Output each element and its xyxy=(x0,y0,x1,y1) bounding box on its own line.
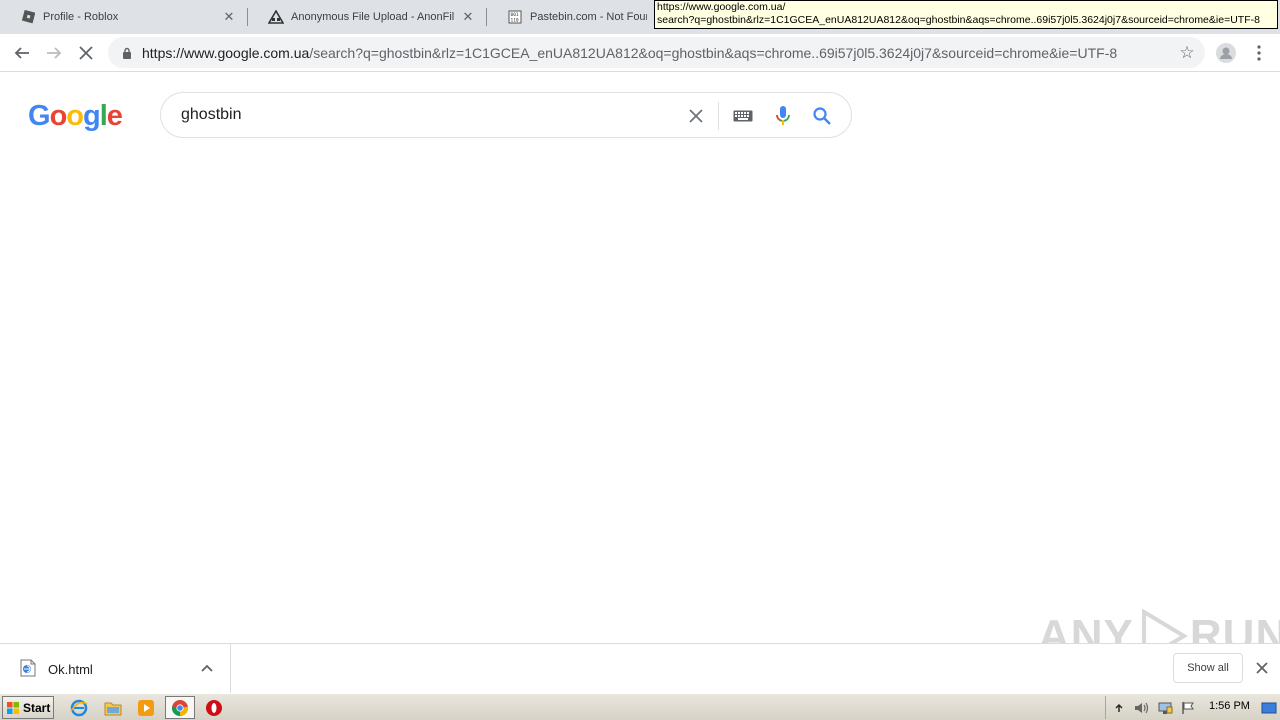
svg-text:110: 110 xyxy=(511,18,519,24)
kebab-menu-icon xyxy=(1257,45,1261,61)
download-item[interactable]: Ok.html xyxy=(0,644,231,694)
logo-letter: l xyxy=(99,100,108,132)
system-tray: 1:56 PM xyxy=(1105,696,1278,719)
action-center-flag-icon[interactable] xyxy=(1178,699,1198,717)
download-bar: Ok.html Show all xyxy=(0,643,1280,694)
logo-letter: e xyxy=(106,100,123,132)
menu-button[interactable] xyxy=(1245,39,1273,67)
media-player-icon[interactable] xyxy=(135,697,157,719)
url-path: /search?q=ghostbin&rlz=1C1GCEA_enUA812UA… xyxy=(309,44,1118,61)
tab-title: Pastebin.com - Not Found ( xyxy=(530,11,647,23)
start-button[interactable]: Start xyxy=(2,696,54,719)
address-text: https://www.google.com.ua/search?q=ghost… xyxy=(142,45,1175,61)
volume-icon[interactable] xyxy=(1132,699,1152,717)
network-icon[interactable] xyxy=(1155,699,1175,717)
chrome-taskbar-button[interactable] xyxy=(165,696,195,719)
stop-loading-button[interactable] xyxy=(72,39,100,67)
tab-title: Profile - Roblox xyxy=(43,11,119,23)
anonfiles-icon xyxy=(268,9,284,25)
windows-logo-icon xyxy=(7,701,19,714)
start-label: Start xyxy=(23,700,51,715)
google-logo[interactable]: Google xyxy=(28,100,123,133)
lock-icon xyxy=(120,46,134,60)
close-icon[interactable]: ✕ xyxy=(460,9,476,25)
chevron-up-icon[interactable] xyxy=(199,660,215,676)
browser-toolbar: https://www.google.com.ua/search?q=ghost… xyxy=(0,34,1280,72)
tooltip-line: https://www.google.com.ua/ xyxy=(657,1,786,13)
screen: Profile - Roblox ✕ Anonymous File Upload… xyxy=(0,0,1280,720)
microphone-icon[interactable] xyxy=(771,104,795,128)
close-icon[interactable] xyxy=(1253,659,1271,677)
search-input[interactable]: ghostbin xyxy=(181,106,242,124)
logo-letter: G xyxy=(28,100,51,132)
logo-letter: g xyxy=(83,100,101,132)
tab-title: Anonymous File Upload - AnonFiles xyxy=(291,11,454,23)
close-icon xyxy=(79,46,93,60)
clear-search-button[interactable] xyxy=(683,103,709,129)
url-tooltip: https://www.google.com.ua/ search?q=ghos… xyxy=(654,0,1278,29)
address-bar[interactable]: https://www.google.com.ua/search?q=ghost… xyxy=(108,37,1205,68)
tab-pastebin[interactable]: 001110 Pastebin.com - Not Found ( xyxy=(487,0,657,34)
internet-explorer-icon[interactable] xyxy=(68,697,90,719)
tab-roblox[interactable]: Profile - Roblox ✕ xyxy=(0,0,247,34)
search-icon[interactable] xyxy=(810,104,834,128)
roblox-icon xyxy=(20,9,36,25)
html-file-icon xyxy=(20,659,36,677)
search-divider xyxy=(718,102,719,130)
avatar-icon xyxy=(1216,43,1236,63)
bookmark-star-icon[interactable]: ☆ xyxy=(1175,41,1199,65)
close-icon[interactable]: ✕ xyxy=(221,9,237,25)
profile-button[interactable] xyxy=(1212,39,1240,67)
url-host: https://www.google.com.ua xyxy=(142,44,310,61)
clock[interactable]: 1:56 PM xyxy=(1209,700,1250,712)
chrome-icon xyxy=(171,699,189,716)
show-all-button[interactable]: Show all xyxy=(1173,653,1243,683)
forward-button[interactable] xyxy=(40,39,68,67)
search-box: ghostbin xyxy=(160,92,852,138)
pastebin-icon: 001 110 xyxy=(507,9,523,25)
tab-strip: Profile - Roblox ✕ Anonymous File Upload… xyxy=(0,0,1280,34)
back-button[interactable] xyxy=(8,39,36,67)
svg-text:001: 001 xyxy=(511,12,519,18)
arrow-right-icon xyxy=(47,47,62,59)
show-desktop-icon[interactable] xyxy=(1259,699,1279,717)
close-icon xyxy=(689,109,703,123)
windows-taskbar: Start 1:56 PM xyxy=(0,693,1280,720)
arrow-left-icon xyxy=(14,47,29,59)
opera-icon[interactable] xyxy=(203,697,225,719)
logo-letter: o xyxy=(49,100,68,132)
logo-letter: o xyxy=(66,100,84,132)
keyboard-icon[interactable] xyxy=(731,105,755,127)
download-file-name: Ok.html xyxy=(48,662,93,677)
tab-anonfiles[interactable]: Anonymous File Upload - AnonFiles ✕ xyxy=(248,0,486,34)
tooltip-line: search?q=ghostbin&rlz=1C1GCEA_enUA812UA8… xyxy=(657,14,1260,26)
chevron-up-icon[interactable] xyxy=(1109,699,1129,717)
file-explorer-icon[interactable] xyxy=(102,697,124,719)
